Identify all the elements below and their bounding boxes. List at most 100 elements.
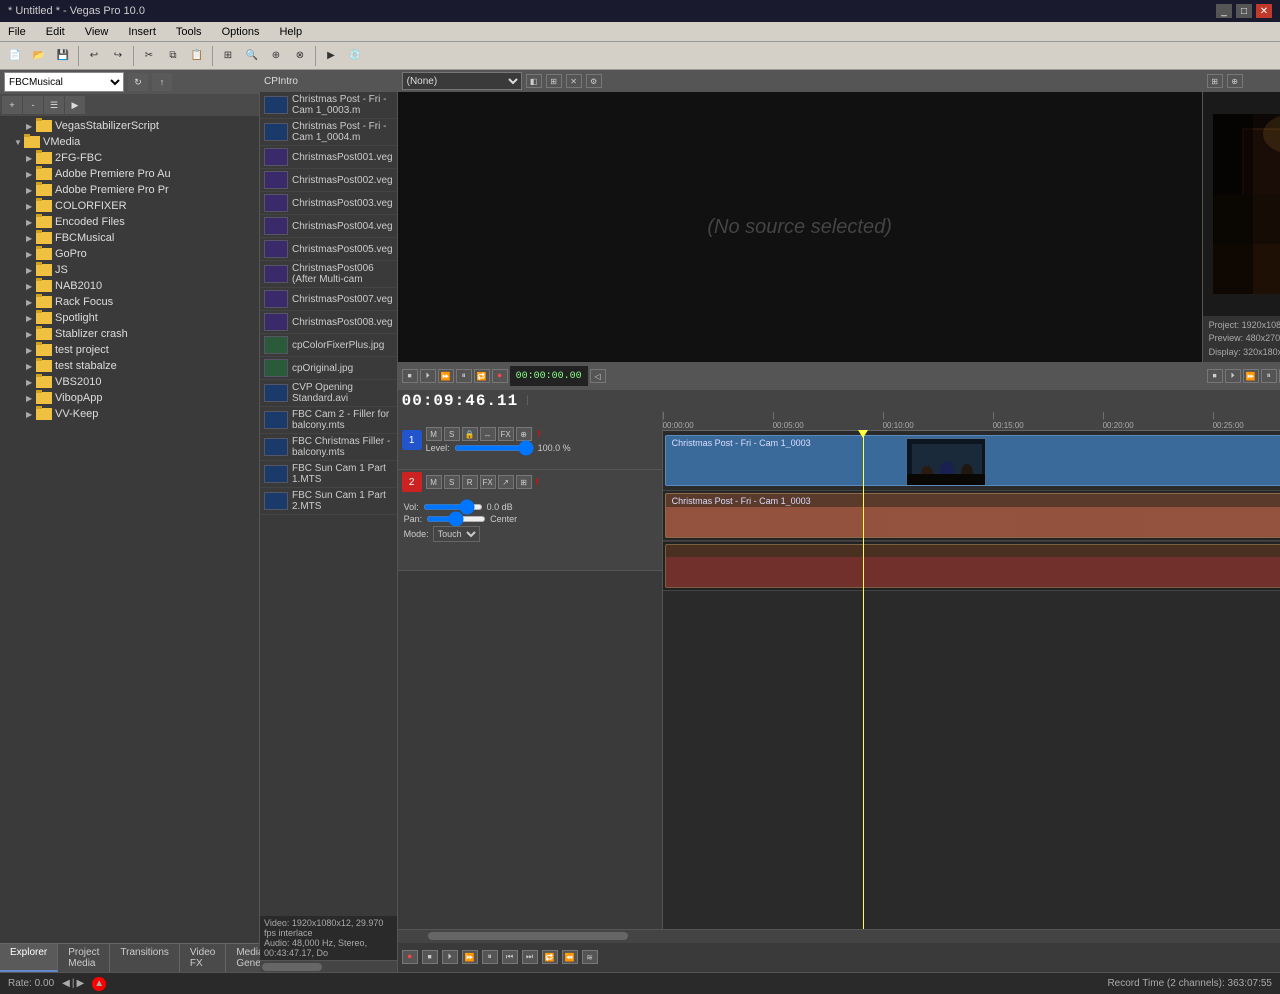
- maximize-button[interactable]: □: [1236, 4, 1252, 18]
- prog-pause-btn[interactable]: ⏸: [1261, 369, 1277, 383]
- src-stop-btn[interactable]: ⏹: [402, 369, 418, 383]
- tree-item-stablizer[interactable]: ▶ Stablizer crash: [2, 326, 257, 342]
- paste-button[interactable]: 📋: [186, 45, 208, 67]
- menu-file[interactable]: File: [4, 26, 30, 38]
- file-item-15[interactable]: FBC Sun Cam 1 Part 1.MTS: [260, 461, 397, 488]
- redo-button[interactable]: ↪: [107, 45, 129, 67]
- source-preview-select[interactable]: (None): [402, 72, 522, 90]
- preview-crop-btn[interactable]: ◧: [526, 74, 542, 88]
- copy-button[interactable]: ⧉: [162, 45, 184, 67]
- file-item-0[interactable]: Christmas Post - Fri - Cam 1_0003.m: [260, 92, 397, 119]
- timeline-pause-btn[interactable]: ⏸: [482, 950, 498, 964]
- exp-view[interactable]: ☰: [44, 96, 64, 114]
- explorer-up[interactable]: ↑: [152, 73, 172, 91]
- tab-transitions[interactable]: Transitions: [110, 944, 180, 972]
- track-2-fx[interactable]: FX: [480, 475, 496, 489]
- horizontal-scrollbar[interactable]: [260, 960, 397, 972]
- cut-button[interactable]: ✂: [138, 45, 160, 67]
- menu-edit[interactable]: Edit: [42, 26, 69, 38]
- timeline-rec-btn[interactable]: ⏺: [402, 950, 418, 964]
- track-2-arm[interactable]: R: [462, 475, 478, 489]
- tree-item-vegasstab[interactable]: ▶ VegasStabilizerScript: [2, 118, 257, 134]
- tree-item-colorfixer[interactable]: ▶ COLORFIXER: [2, 198, 257, 214]
- timeline-scrollbar-thumb[interactable]: [428, 932, 628, 940]
- src-rec-btn[interactable]: ⏺: [492, 369, 508, 383]
- file-item-1[interactable]: Christmas Post - Fri - Cam 1_0004.m: [260, 119, 397, 146]
- tree-item-vvkeep[interactable]: ▶ VV-Keep: [2, 406, 257, 422]
- src-play-btn[interactable]: ⏵: [420, 369, 436, 383]
- preview-close-btn[interactable]: ✕: [566, 74, 582, 88]
- playhead[interactable]: [863, 431, 864, 929]
- track-2-solo[interactable]: S: [444, 475, 460, 489]
- window-controls[interactable]: _ □ ✕: [1216, 4, 1272, 18]
- audio-clip-lower[interactable]: [665, 544, 1280, 588]
- tree-item-gopro[interactable]: ▶ GoPro: [2, 246, 257, 262]
- prog-play-btn[interactable]: ⏵: [1225, 369, 1241, 383]
- track-1-level-slider[interactable]: [454, 445, 534, 451]
- timeline-next-frame[interactable]: ⏭: [522, 950, 538, 964]
- menu-options[interactable]: Options: [218, 26, 264, 38]
- explorer-refresh[interactable]: ↻: [128, 73, 148, 91]
- new-button[interactable]: 📄: [4, 45, 26, 67]
- tab-project-media[interactable]: Project Media: [58, 944, 110, 972]
- minimize-button[interactable]: _: [1216, 4, 1232, 18]
- tab-explorer[interactable]: Explorer: [0, 944, 58, 972]
- file-item-7[interactable]: ChristmasPost006 (After Multi-cam: [260, 261, 397, 288]
- track-2-mode-select[interactable]: Touch Off: [433, 526, 480, 542]
- timeline-scrollbar[interactable]: [398, 929, 1280, 943]
- track-2-mute[interactable]: M: [426, 475, 442, 489]
- tree-item-adobeau[interactable]: ▶ Adobe Premiere Pro Au: [2, 166, 257, 182]
- timeline-loop-btn[interactable]: 🔁: [542, 950, 558, 964]
- tree-item-vmedia[interactable]: ▼ VMedia: [2, 134, 257, 150]
- burn-button[interactable]: 💿: [344, 45, 366, 67]
- timeline-play-btn[interactable]: ⏵: [442, 950, 458, 964]
- file-item-10[interactable]: cpColorFixerPlus.jpg: [260, 334, 397, 357]
- track-2-pan-slider[interactable]: [426, 516, 486, 522]
- rate-left-arrow[interactable]: ◀: [62, 978, 70, 989]
- exp-preview[interactable]: ▶: [65, 96, 85, 114]
- file-item-11[interactable]: cpOriginal.jpg: [260, 357, 397, 380]
- menu-insert[interactable]: Insert: [124, 26, 160, 38]
- tree-item-2fg[interactable]: ▶ 2FG-FBC: [2, 150, 257, 166]
- snap-button[interactable]: ⊞: [217, 45, 239, 67]
- prog-fastfwd-btn[interactable]: ⏩: [1243, 369, 1259, 383]
- tree-item-spotlight[interactable]: ▶ Spotlight: [2, 310, 257, 326]
- file-item-6[interactable]: ChristmasPost005.veg: [260, 238, 397, 261]
- preview-split-btn[interactable]: ⊞: [546, 74, 562, 88]
- timeline-prev-frame[interactable]: ⏮: [502, 950, 518, 964]
- undo-button[interactable]: ↩: [83, 45, 105, 67]
- save-button[interactable]: 💾: [52, 45, 74, 67]
- src-pause-btn[interactable]: ⏸: [456, 369, 472, 383]
- tree-item-teststabalze[interactable]: ▶ test stabalze: [2, 358, 257, 374]
- split-button[interactable]: ⊕: [265, 45, 287, 67]
- file-item-8[interactable]: ChristmasPost007.veg: [260, 288, 397, 311]
- track-1-motion[interactable]: ↔: [480, 427, 496, 441]
- track-1-composite[interactable]: ⊕: [516, 427, 532, 441]
- tree-item-vibop[interactable]: ▶ VibopApp: [2, 390, 257, 406]
- file-item-5[interactable]: ChristmasPost004.veg: [260, 215, 397, 238]
- rate-right-arrow[interactable]: ▶: [76, 978, 84, 989]
- close-button[interactable]: ✕: [1256, 4, 1272, 18]
- track-2-send[interactable]: ↗: [498, 475, 514, 489]
- prog-stop-btn[interactable]: ⏹: [1207, 369, 1223, 383]
- track-1-mute[interactable]: M: [426, 427, 442, 441]
- tree-item-adobepr[interactable]: ▶ Adobe Premiere Pro Pr: [2, 182, 257, 198]
- audio-clip-upper[interactable]: Christmas Post - Fri - Cam 1_0003: [665, 493, 1280, 538]
- scrollbar-thumb[interactable]: [262, 963, 322, 971]
- tree-item-nab2010[interactable]: ▶ NAB2010: [2, 278, 257, 294]
- track-1-fx[interactable]: FX: [498, 427, 514, 441]
- menu-view[interactable]: View: [81, 26, 113, 38]
- menu-tools[interactable]: Tools: [172, 26, 206, 38]
- file-item-4[interactable]: ChristmasPost003.veg: [260, 192, 397, 215]
- src-fastfwd-btn[interactable]: ⏩: [438, 369, 454, 383]
- trim-button[interactable]: ⊗: [289, 45, 311, 67]
- track-2-vol-slider[interactable]: [423, 504, 483, 510]
- menu-help[interactable]: Help: [275, 26, 306, 38]
- track-2-input[interactable]: ⊞: [516, 475, 532, 489]
- exp-add[interactable]: +: [2, 96, 22, 114]
- file-item-13[interactable]: FBC Cam 2 - Filler for balcony.mts: [260, 407, 397, 434]
- timeline-fastfwd-btn[interactable]: ⏩: [462, 950, 478, 964]
- program-ext-mon[interactable]: ⊞: [1207, 74, 1223, 88]
- folder-selector[interactable]: FBCMusical: [4, 72, 124, 92]
- tree-item-js[interactable]: ▶ JS: [2, 262, 257, 278]
